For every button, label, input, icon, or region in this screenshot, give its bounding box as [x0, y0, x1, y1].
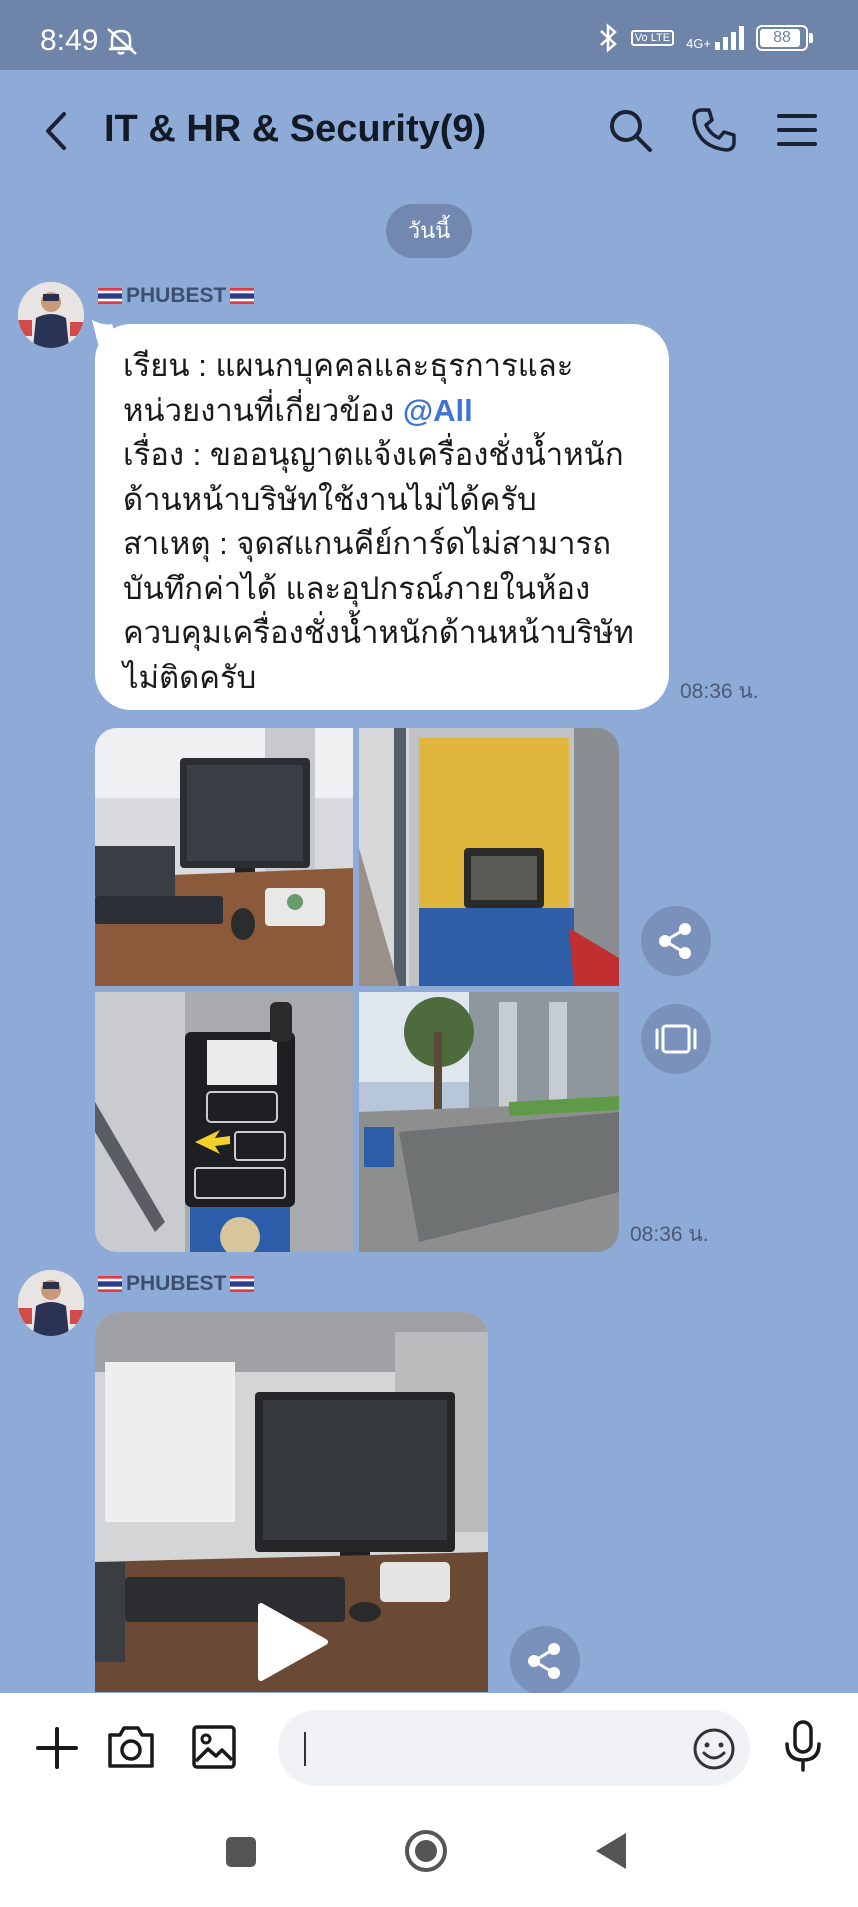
sender-name-text: PHUBEST: [126, 284, 227, 307]
status-icons: Vo LTE 4G+ 88: [597, 22, 813, 54]
photo-card-reader-booth[interactable]: [359, 728, 619, 986]
status-bar: 8:49 Vo LTE 4G+ 88: [0, 0, 858, 70]
photo-weighbridge-road[interactable]: [359, 992, 619, 1252]
sender-name-text: PHUBEST: [126, 1272, 227, 1295]
sender-avatar[interactable]: [18, 282, 84, 348]
network-type: 4G+: [686, 36, 711, 51]
message-bubble[interactable]: เรียน : แผนกบุคคลและธุรการและ หน่วยงานที…: [95, 324, 669, 710]
image-gallery-icon[interactable]: [190, 1723, 238, 1771]
camera-icon[interactable]: [106, 1723, 156, 1771]
chat-title: IT & HR & Security(9): [104, 108, 487, 150]
back-arrow-icon[interactable]: [40, 106, 74, 156]
bluetooth-icon: [599, 23, 617, 53]
share-icon: [528, 1643, 560, 1679]
text-caret: [304, 1732, 306, 1766]
photo-time: 08:36 น.: [630, 1223, 709, 1246]
album-button[interactable]: [641, 1004, 711, 1074]
play-icon[interactable]: [255, 1602, 329, 1682]
message-time: 08:36 น.: [680, 680, 759, 703]
sender-avatar[interactable]: [18, 1270, 84, 1336]
battery-icon: 88: [756, 25, 813, 51]
message-input[interactable]: [278, 1710, 750, 1786]
menu-icon[interactable]: [773, 106, 821, 154]
volte-badge: Vo LTE: [630, 30, 675, 46]
date-divider: วันนี้: [386, 204, 472, 258]
message-text-part: เรียน : แผนกบุคคลและธุรการและ หน่วยงานที…: [123, 348, 574, 428]
message-text: เรียน : แผนกบุคคลและธุรการและ หน่วยงานที…: [123, 344, 653, 700]
network-signal: 4G+: [686, 26, 744, 50]
phone-call-icon[interactable]: [690, 106, 738, 154]
back-icon[interactable]: [594, 1831, 628, 1871]
message-composer: [0, 1693, 858, 1803]
thai-flag-icon: [98, 288, 122, 304]
thai-flag-icon: [98, 1276, 122, 1292]
thai-flag-icon: [230, 1276, 255, 1292]
system-navigation-bar: [0, 1803, 858, 1907]
sender-name: PHUBEST: [98, 1272, 255, 1296]
video-message[interactable]: [95, 1312, 488, 1692]
home-icon[interactable]: [402, 1827, 450, 1875]
status-time: 8:49: [40, 24, 99, 57]
thai-flag-icon: [230, 288, 255, 304]
plus-icon[interactable]: [34, 1725, 80, 1771]
battery-level: 88: [773, 29, 791, 46]
share-icon: [659, 923, 691, 959]
recent-apps-icon[interactable]: [224, 1835, 258, 1869]
chat-header: IT & HR & Security(9): [0, 70, 858, 190]
signal-bars-icon: [715, 26, 744, 50]
share-button[interactable]: [510, 1626, 580, 1696]
mention-all[interactable]: @All: [403, 393, 473, 428]
share-button[interactable]: [641, 906, 711, 976]
mute-icon: [107, 28, 137, 55]
photo-computer-monitor[interactable]: [95, 728, 353, 986]
photo-card-scanner-panel[interactable]: [95, 992, 353, 1252]
microphone-icon[interactable]: [782, 1719, 824, 1773]
album-icon: [655, 1024, 697, 1054]
sender-name: PHUBEST: [98, 284, 255, 308]
emoji-icon[interactable]: [692, 1727, 736, 1771]
search-icon[interactable]: [606, 106, 654, 154]
message-text-part: เรื่อง : ขออนุญาตแจ้งเครื่องชั่งน้ำหนัก …: [123, 437, 634, 695]
